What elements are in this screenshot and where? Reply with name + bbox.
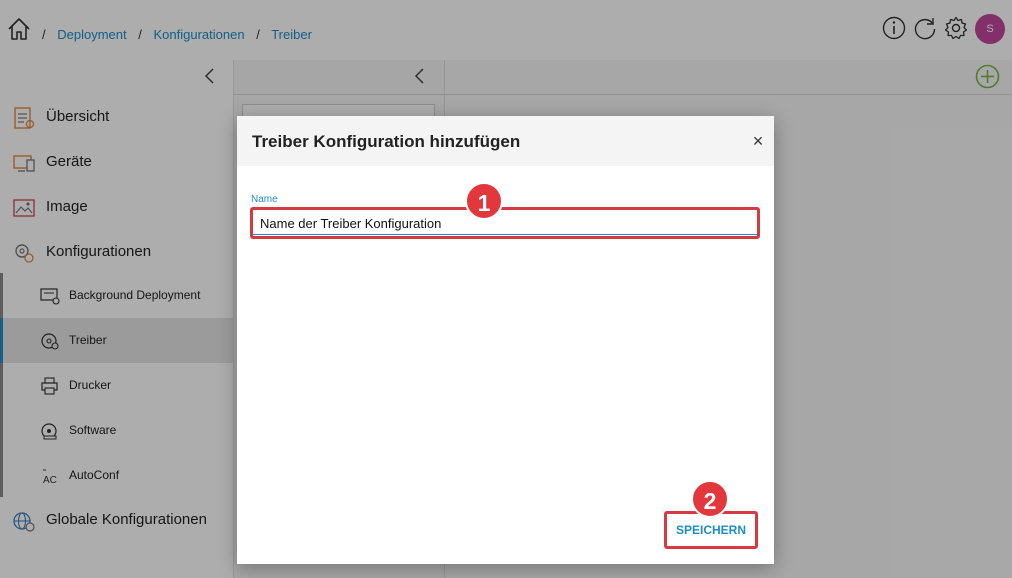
step-marker-1: 1 <box>465 182 503 220</box>
close-icon[interactable]: × <box>750 132 766 150</box>
step-marker-2: 2 <box>691 480 729 518</box>
dialog-header: Treiber Konfiguration hinzufügen × <box>237 116 774 166</box>
input-underline <box>253 234 757 235</box>
dialog-title: Treiber Konfiguration hinzufügen <box>252 132 521 151</box>
name-field-label: Name <box>251 194 278 205</box>
